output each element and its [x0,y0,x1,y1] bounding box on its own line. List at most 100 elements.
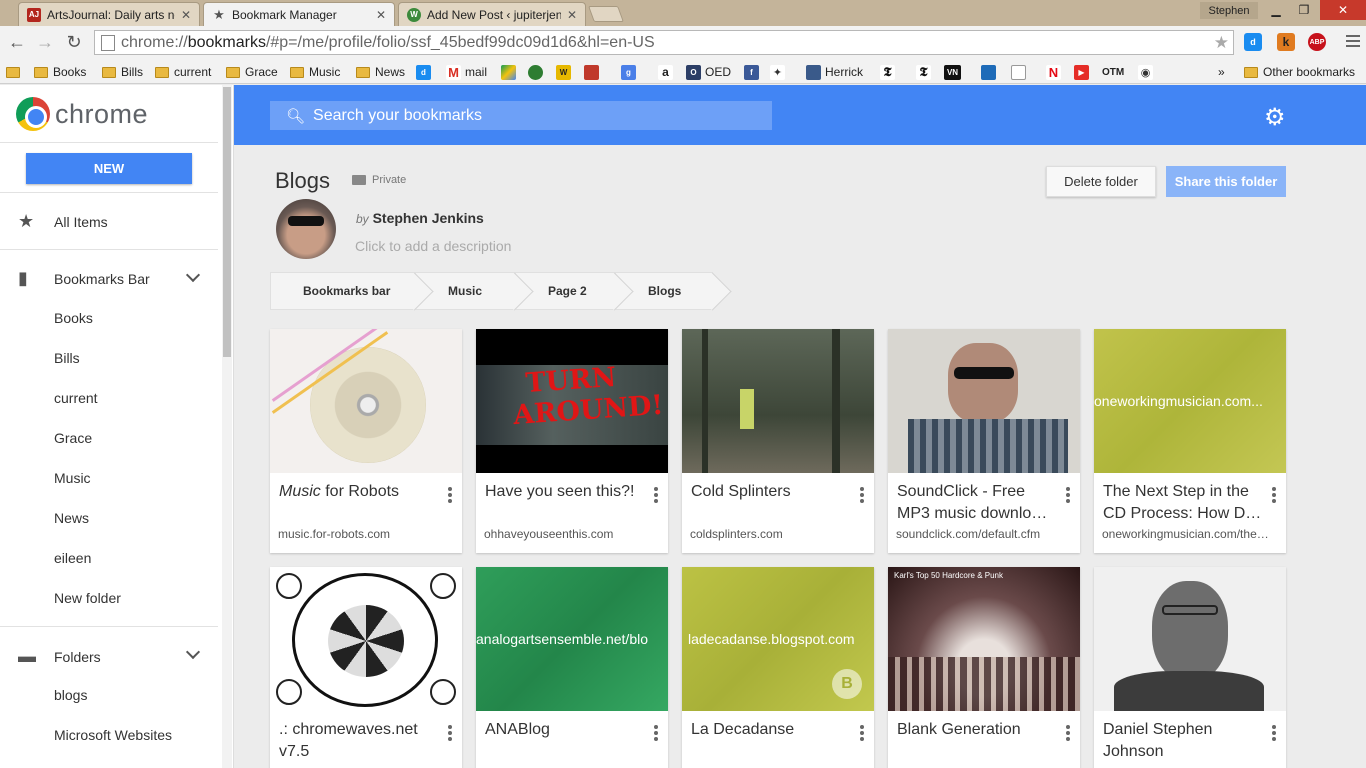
sidebar-scrollbar-thumb[interactable] [223,87,231,357]
bookmark-oed[interactable]: O OED [686,63,731,81]
bookmarks-overflow-chevron[interactable]: » [1218,63,1225,81]
bookmark-card[interactable]: analogartsensemble.net/blo ANABlog [476,567,668,768]
close-tab-icon[interactable]: ✕ [181,8,191,22]
forward-arrow-icon[interactable]: → [34,31,56,53]
bookmark-star-icon[interactable]: ★ [1214,33,1229,53]
bookmark-green-site[interactable] [528,63,547,81]
bookmark-other[interactable]: Other bookmarks [1244,63,1355,81]
bookmark-reddit[interactable]: ◉ [1138,63,1157,81]
tab-artsjournal[interactable]: AJ ArtsJournal: Daily arts new ✕ [18,2,200,26]
more-vert-icon[interactable] [1272,725,1276,743]
back-arrow-icon[interactable]: ← [6,31,28,53]
bookmark-label: Other bookmarks [1263,65,1356,79]
facebook-icon: f [744,64,759,80]
bookmark-herrick[interactable]: Herrick [806,63,863,81]
bookmark-card[interactable]: Music for Robots music.for-robots.com [270,329,462,553]
privacy-badge[interactable]: Private [352,174,406,186]
bookmark-amazon[interactable]: a [658,63,677,81]
delete-folder-button[interactable]: Delete folder [1046,166,1156,197]
close-window-icon[interactable]: ✕ [1320,0,1366,20]
sidebar-item-current[interactable]: current [54,390,98,406]
search-input[interactable]: Search your bookmarks [313,107,482,125]
new-tab-button[interactable] [588,6,624,22]
bookmark-news[interactable]: News [356,63,405,81]
more-vert-icon[interactable] [1066,487,1070,505]
minimize-icon[interactable]: ▁ [1262,0,1290,20]
more-vert-icon[interactable] [860,725,864,743]
bookmark-card[interactable]: oneworkingmusician.com... The Next Step … [1094,329,1286,553]
more-vert-icon[interactable] [1272,487,1276,505]
sidebar-item-microsoft-websites[interactable]: Microsoft Websites [54,727,172,743]
bookmark-page[interactable] [1011,63,1030,81]
sidebar-item-new-folder[interactable]: New folder [54,590,121,606]
search-box[interactable]: 🔍︎ Search your bookmarks [270,101,772,130]
close-tab-icon[interactable]: ✕ [567,8,577,22]
extension-d-icon[interactable]: d [1244,33,1262,51]
bookmark-card[interactable]: Daniel Stephen Johnson [1094,567,1286,768]
bookmark-dictionary[interactable]: d [416,63,435,81]
bookmark-red-site[interactable] [584,63,603,81]
bookmark-w-site[interactable]: W [556,63,575,81]
description-field[interactable]: Click to add a description [355,238,511,254]
new-button[interactable]: NEW [26,153,192,184]
close-tab-icon[interactable]: ✕ [376,8,386,22]
bookmark-current[interactable]: current [155,63,211,81]
bookmark-card[interactable]: Cold Splinters coldsplinters.com [682,329,874,553]
more-vert-icon[interactable] [448,725,452,743]
bookmark-grace[interactable]: Grace [226,63,278,81]
address-bar[interactable]: chrome://bookmarks/#p=/me/profile/folio/… [94,30,1234,55]
bookmark-card[interactable]: Karl's Top 50 Hardcore & Punk Blank Gene… [888,567,1080,768]
sidebar-item-music[interactable]: Music [54,470,91,486]
bookmark-facebook[interactable]: f [744,63,763,81]
sidebar-item-all-items[interactable]: ★ All Items [18,211,108,232]
sidebar-item-bills[interactable]: Bills [54,350,80,366]
bookmark-drive[interactable] [501,63,520,81]
bookmark-card[interactable]: ladecadanse.blogspot.com B La Decadanse [682,567,874,768]
tab-bookmark-manager[interactable]: ★ Bookmark Manager ✕ [203,2,395,26]
share-folder-button[interactable]: Share this folder [1166,166,1286,197]
bookmark-gmail[interactable]: Mmail [446,63,487,81]
chrome-menu-icon[interactable] [1346,35,1360,50]
bookmark-label: Grace [245,65,278,79]
bookmark-card[interactable]: TURN AROUND! Have you seen this?! ohhave… [476,329,668,553]
bookmark-netflix[interactable]: N [1046,63,1065,81]
bookmark-music[interactable]: Music [290,63,340,81]
reload-icon[interactable]: ↻ [63,31,85,53]
bookmark-books[interactable]: Books [34,63,86,81]
tab-add-new-post[interactable]: W Add New Post ‹ jupiterjen ✕ [398,2,586,26]
extension-k-icon[interactable]: k [1277,33,1295,51]
chevron-down-icon[interactable] [185,267,201,283]
bookmark-bird-site[interactable]: ✦ [770,63,789,81]
bookmark-otm[interactable]: OTM [1102,63,1124,81]
bookmark-youtube[interactable]: ▶ [1074,63,1093,81]
sidebar-item-blogs[interactable]: blogs [54,687,87,703]
more-vert-icon[interactable] [448,487,452,505]
bookmark-vn[interactable]: VN [944,63,965,81]
sidebar-item-eileen[interactable]: eileen [54,550,91,566]
profile-button[interactable]: Stephen [1200,2,1258,19]
more-vert-icon[interactable] [1066,725,1070,743]
bookmark-bills[interactable]: Bills [102,63,143,81]
restore-icon[interactable]: ❐ [1290,0,1318,20]
sidebar-item-grace[interactable]: Grace [54,430,92,446]
more-vert-icon[interactable] [654,725,658,743]
bookmark-nytimes[interactable]: 𝕿 [880,63,899,81]
sidebar-item-folders[interactable]: ▬ Folders [18,646,101,667]
bookmark-folder-unnamed[interactable] [6,63,25,81]
adblock-plus-icon[interactable]: ABP [1308,33,1326,51]
bookmark-blue-site[interactable] [981,63,1000,81]
more-vert-icon[interactable] [654,487,658,505]
author-name: Stephen Jenkins [372,210,484,226]
chevron-down-icon[interactable] [185,644,201,660]
more-vert-icon[interactable] [860,487,864,505]
bookmark-card[interactable]: .: chromewaves.net v7.5 [270,567,462,768]
breadcrumb-bookmarks-bar[interactable]: Bookmarks bar [270,272,415,310]
bookmark-card[interactable]: SoundClick - Free MP3 music downlo… soun… [888,329,1080,553]
gear-icon[interactable]: ⚙ [1264,103,1286,132]
sidebar-item-books[interactable]: Books [54,310,93,326]
sidebar-item-bookmarks-bar[interactable]: ▮ Bookmarks Bar [18,268,150,289]
bookmark-nytimes-2[interactable]: 𝕿 [916,63,935,81]
bookmark-google[interactable]: g [621,63,640,81]
folder-title[interactable]: Blogs [275,168,330,194]
sidebar-item-news[interactable]: News [54,510,89,526]
